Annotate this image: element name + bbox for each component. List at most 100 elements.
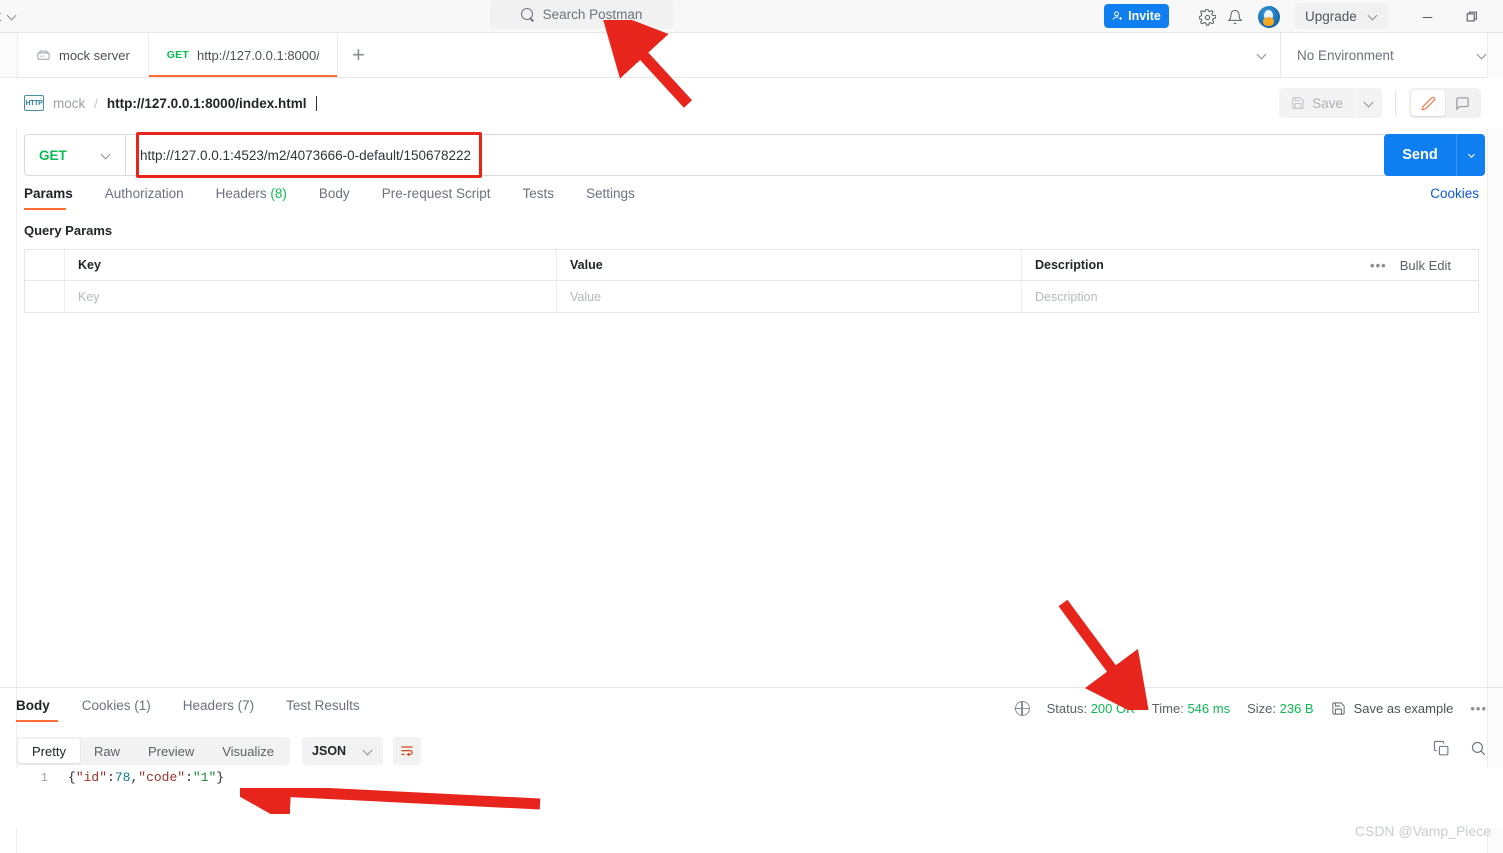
view-mode-raw[interactable]: Raw <box>80 739 134 763</box>
cookies-link[interactable]: Cookies <box>1430 186 1479 201</box>
bell-icon[interactable] <box>1222 4 1248 30</box>
response-tab-body[interactable]: Body <box>16 698 66 722</box>
search-input[interactable]: Search Postman <box>490 0 673 29</box>
size-badge: Size: 236 B <box>1247 701 1314 716</box>
breadcrumb-row: HTTP mock / http://127.0.0.1:8000/index.… <box>0 78 1503 128</box>
save-icon <box>1332 702 1345 715</box>
watermark: CSDN @Vamp_Piece <box>1354 823 1491 839</box>
request-tab-body[interactable]: Body <box>303 186 366 210</box>
workspace-label: k <box>0 8 1 24</box>
response-meta: Status: 200 OK Time: 546 ms Size: 236 B … <box>1014 700 1487 716</box>
send-button[interactable]: Send <box>1384 134 1456 176</box>
save-icon <box>1292 97 1304 109</box>
breadcrumb-actions: Save <box>1279 88 1481 118</box>
response-body-line: {"id":78,"code":"1"} <box>68 768 224 785</box>
request-tabs: Params Authorization Headers (8) Body Pr… <box>24 186 1479 214</box>
chevron-down-icon <box>1258 51 1267 60</box>
environment-label: No Environment <box>1297 47 1394 63</box>
workspace-selector[interactable]: k <box>0 8 17 24</box>
wrap-lines-button[interactable] <box>393 737 422 765</box>
chevron-down-icon <box>1365 99 1374 108</box>
save-button[interactable]: Save <box>1279 88 1355 118</box>
http-method-select[interactable]: GET <box>24 134 125 176</box>
table-actions: ••• Bulk Edit <box>1370 258 1465 273</box>
plus-icon: + <box>351 42 365 67</box>
query-params-title: Query Params <box>24 223 113 238</box>
chevron-down-icon <box>1478 51 1487 60</box>
token-value-id: 78 <box>114 770 131 785</box>
postman-avatar-icon[interactable] <box>1256 4 1282 30</box>
query-params-table: Key Value Description ••• Bulk Edit Key … <box>24 249 1479 313</box>
request-tab-tests[interactable]: Tests <box>506 186 570 210</box>
view-mode-visualize[interactable]: Visualize <box>208 739 288 763</box>
tab-mock-server[interactable]: mock server <box>18 33 149 77</box>
minimize-button[interactable] <box>1414 5 1440 29</box>
upgrade-menu[interactable]: Upgrade <box>1295 3 1388 29</box>
text-cursor <box>316 95 318 111</box>
token-key-id: "id" <box>75 770 108 785</box>
token-brace-open: { <box>68 770 76 785</box>
tab-label: Params <box>24 186 73 201</box>
tab-label: Cookies <box>81 698 131 713</box>
response-more-options-icon[interactable]: ••• <box>1470 701 1487 716</box>
param-key-input[interactable]: Key <box>65 281 557 312</box>
request-tab-settings[interactable]: Settings <box>570 186 651 210</box>
response-body-actions <box>1433 740 1487 762</box>
breadcrumb-collection[interactable]: mock <box>53 96 85 111</box>
invite-button[interactable]: Invite <box>1104 4 1169 28</box>
response-tab-cookies[interactable]: Cookies (1) <box>66 698 167 722</box>
save-as-example-button[interactable]: Save as example <box>1331 701 1454 716</box>
chevron-down-icon <box>1467 153 1475 158</box>
request-tab-prerequest-script[interactable]: Pre-request Script <box>366 186 507 210</box>
breadcrumb-request-name[interactable]: http://127.0.0.1:8000/index.html <box>107 96 307 111</box>
more-options-icon[interactable]: ••• <box>1370 258 1387 273</box>
tab-label: Headers <box>182 698 234 713</box>
url-input[interactable]: http://127.0.0.1:4523/m2/4073666-0-defau… <box>125 134 1479 176</box>
status-label: Status: <box>1046 701 1088 716</box>
response-body-code[interactable]: 1 {"id":78,"code":"1"} <box>0 768 1503 828</box>
column-header-description-label: Description <box>1035 258 1104 272</box>
copy-button[interactable] <box>1433 740 1450 762</box>
request-tab-headers[interactable]: Headers (8) <box>200 186 303 210</box>
person-add-icon <box>1113 11 1123 21</box>
token-brace-close: } <box>216 770 225 785</box>
tab-method-label: GET <box>166 49 189 61</box>
time-badge: Time: 546 ms <box>1152 701 1230 716</box>
row-checkbox-cell[interactable] <box>25 281 65 312</box>
param-value-input[interactable]: Value <box>557 281 1022 312</box>
save-as-example-label: Save as example <box>1353 701 1454 716</box>
comments-button[interactable] <box>1445 90 1479 116</box>
new-tab-button[interactable]: + <box>338 33 379 77</box>
request-tab-authorization[interactable]: Authorization <box>89 186 200 210</box>
view-mode-pretty[interactable]: Pretty <box>18 739 80 763</box>
tabstrip-right: No Environment <box>1244 33 1503 77</box>
tab-request-index-html[interactable]: GET http://127.0.0.1:8000/inde <box>148 33 338 77</box>
send-label: Send <box>1402 147 1438 163</box>
token-colon: : <box>107 770 115 785</box>
time-value: 546 ms <box>1187 701 1231 716</box>
save-options-dropdown[interactable] <box>1356 88 1382 118</box>
postman-window: k Search Postman Invite <box>0 0 1503 853</box>
maximize-button[interactable] <box>1459 5 1485 29</box>
response-format-select[interactable]: JSON <box>302 737 384 765</box>
search-body-button[interactable] <box>1470 740 1487 762</box>
left-rail <box>0 33 18 77</box>
select-all-checkbox-cell[interactable] <box>25 250 65 280</box>
param-description-input[interactable]: Description <box>1022 281 1478 312</box>
edit-documentation-button[interactable] <box>1411 90 1445 116</box>
gear-icon[interactable] <box>1194 4 1220 30</box>
size-value: 236 B <box>1279 701 1314 716</box>
tab-label: Test Results <box>286 698 360 713</box>
url-value: http://127.0.0.1:4523/m2/4073666-0-defau… <box>140 147 472 163</box>
tab-label: Body <box>318 186 350 201</box>
bulk-edit-button[interactable]: Bulk Edit <box>1400 258 1451 273</box>
send-options-dropdown[interactable] <box>1456 134 1485 176</box>
response-tab-headers[interactable]: Headers (7) <box>167 698 270 722</box>
tab-list-dropdown[interactable] <box>1244 51 1280 60</box>
environment-selector[interactable]: No Environment <box>1280 33 1503 77</box>
request-tab-params[interactable]: Params <box>24 186 89 210</box>
copy-icon <box>1433 740 1449 756</box>
view-mode-preview[interactable]: Preview <box>134 739 208 763</box>
save-label: Save <box>1312 95 1343 111</box>
response-tab-test-results[interactable]: Test Results <box>270 698 376 722</box>
